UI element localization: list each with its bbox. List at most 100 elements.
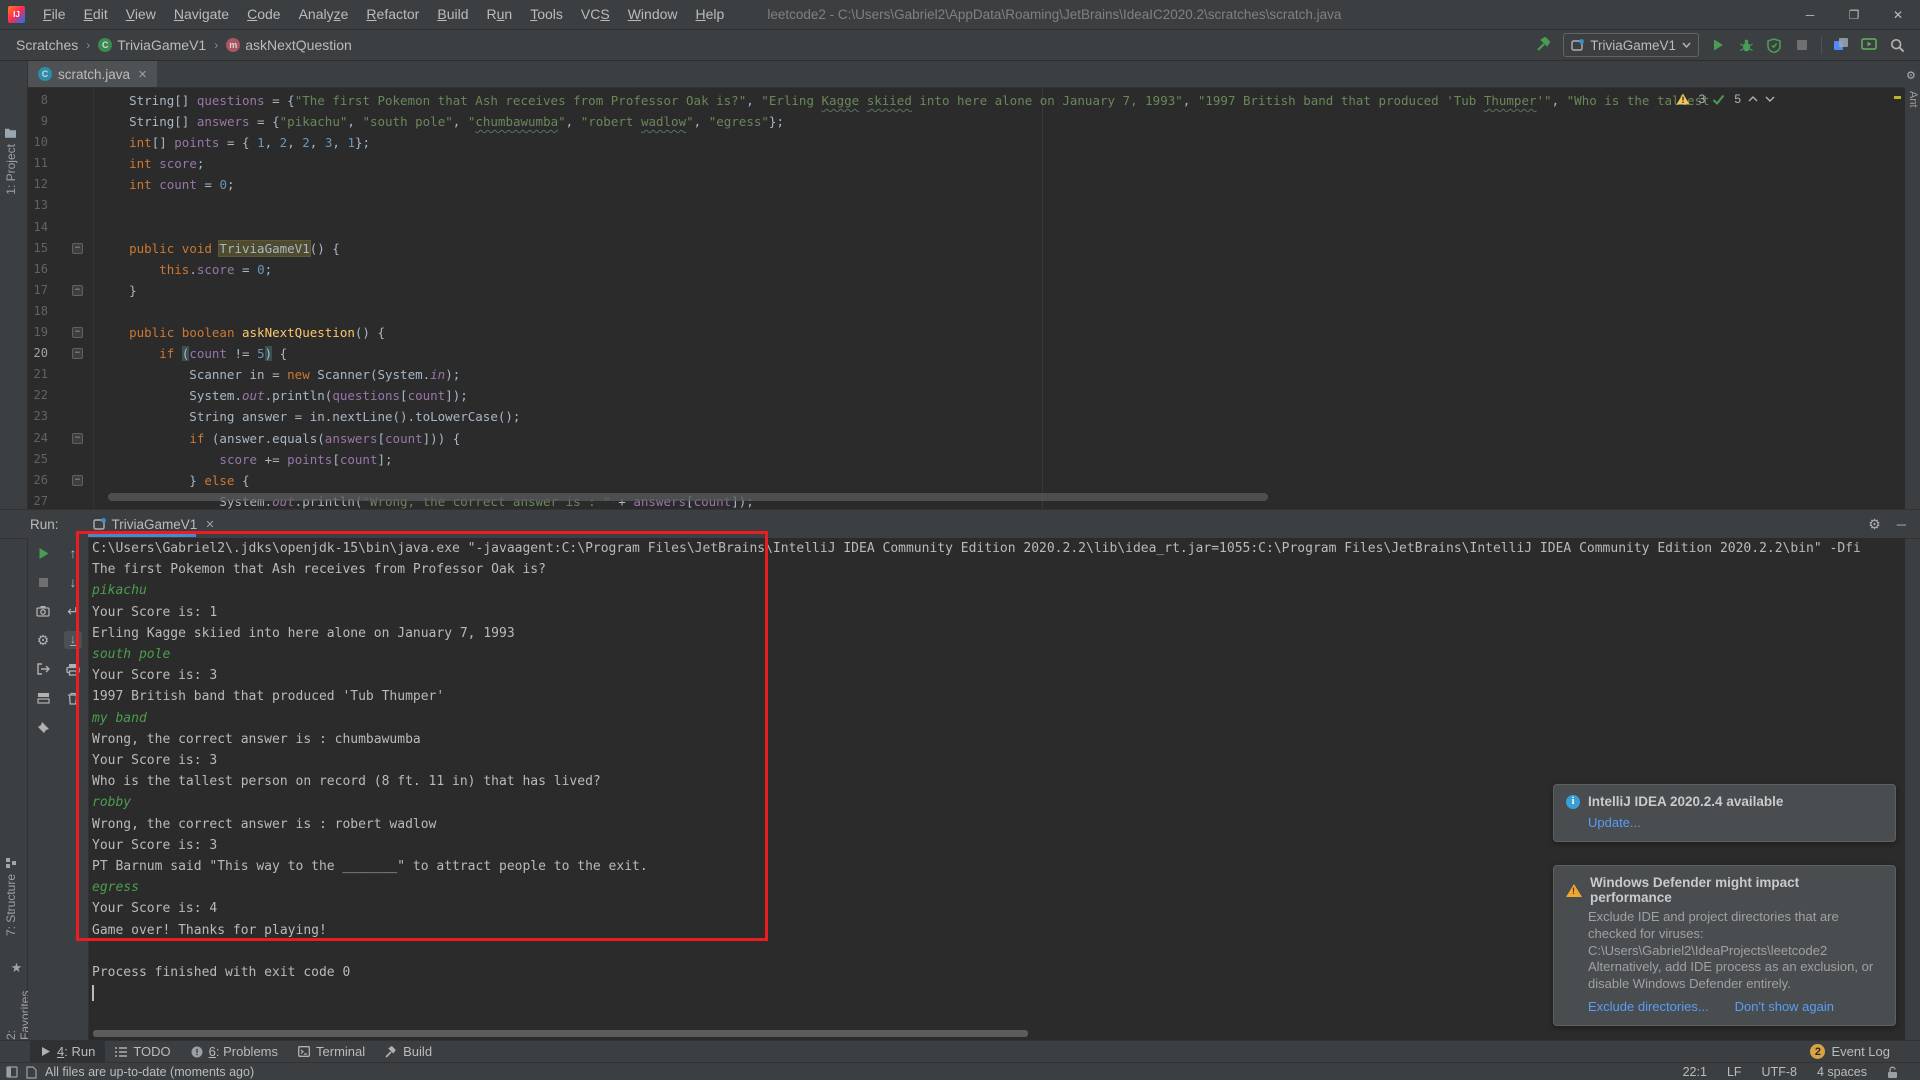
prev-issue-icon[interactable]: [1748, 96, 1758, 102]
code-token: ,: [332, 135, 347, 150]
run-panel-label: Run:: [30, 517, 59, 532]
notification-link-update-[interactable]: Update...: [1588, 815, 1641, 830]
fold-marker[interactable]: −: [72, 243, 83, 254]
console-line: The first Pokemon that Ash receives from…: [92, 559, 1861, 580]
presentation-button[interactable]: [1860, 36, 1878, 54]
console-line: 1997 British band that produced 'Tub Thu…: [92, 686, 1861, 707]
gear-icon[interactable]: ⚙: [1906, 69, 1916, 82]
project-structure-button[interactable]: [1832, 36, 1850, 54]
fold-marker[interactable]: −: [72, 285, 83, 296]
soft-wrap-icon[interactable]: ↵: [64, 602, 82, 620]
indent-setting[interactable]: 4 spaces: [1817, 1065, 1867, 1079]
tool-window-ant-button[interactable]: Ant: [1907, 91, 1919, 108]
main-toolbar: TriviaGameV1: [1535, 30, 1906, 60]
build-hammer-icon[interactable]: [1535, 36, 1553, 54]
code-token: [99, 325, 129, 340]
thread-dump-camera-icon[interactable]: [34, 602, 52, 620]
profiler-gear-icon[interactable]: ⚙: [34, 631, 52, 649]
search-everywhere-button[interactable]: [1888, 36, 1906, 54]
code-token: +=: [257, 452, 287, 467]
tool-window-button-todo[interactable]: TODO: [105, 1041, 180, 1062]
stop-button[interactable]: [1793, 36, 1811, 54]
run-config-select[interactable]: TriviaGameV1: [1563, 33, 1699, 57]
close-run-tab-icon[interactable]: ✕: [205, 518, 214, 531]
code-editor[interactable]: 8 String[] questions = {"The first Pokem…: [28, 88, 1905, 509]
maximize-button[interactable]: ❐: [1832, 0, 1876, 29]
tool-window-button-6-problems[interactable]: 6: Problems: [181, 1041, 288, 1062]
left-tool-stripe: 1: Project 7: Structure 2: Favorites ★: [0, 61, 28, 1040]
minimize-button[interactable]: ─: [1788, 0, 1832, 29]
rerun-button[interactable]: [34, 544, 52, 562]
stop-process-button[interactable]: [34, 573, 52, 591]
menu-file[interactable]: File: [34, 0, 75, 29]
menu-refactor[interactable]: Refactor: [357, 0, 428, 29]
up-stacktrace-icon[interactable]: ↑: [64, 544, 82, 562]
debug-button[interactable]: [1737, 36, 1755, 54]
run-settings-gear-icon[interactable]: ⚙: [1868, 516, 1881, 533]
close-tab-icon[interactable]: ✕: [138, 68, 147, 81]
console-horizontal-scrollbar[interactable]: [93, 1030, 1028, 1037]
scroll-to-end-icon[interactable]: ↓: [64, 631, 82, 649]
code-token: Scanner(System.: [310, 367, 430, 382]
tool-window-project-button[interactable]: 1: Project: [4, 127, 18, 195]
notification-link-exclude-directories-[interactable]: Exclude directories...: [1588, 999, 1709, 1014]
fold-marker[interactable]: −: [72, 475, 83, 486]
inspection-widget[interactable]: 3 5: [1676, 92, 1775, 106]
lock-icon[interactable]: [1887, 1066, 1898, 1079]
notification-area: iIntelliJ IDEA 2020.2.4 availableUpdate.…: [1553, 784, 1896, 1026]
code-line: 22 System.out.println(questions[count]);: [28, 385, 1905, 406]
tool-window-button-build[interactable]: Build: [375, 1041, 442, 1062]
menu-window[interactable]: Window: [619, 0, 687, 29]
line-ending[interactable]: LF: [1727, 1065, 1742, 1079]
menu-navigate[interactable]: Navigate: [165, 0, 238, 29]
code-token: wadlow: [641, 114, 686, 129]
menu-run[interactable]: Run: [478, 0, 522, 29]
editor-horizontal-scrollbar[interactable]: [108, 493, 1268, 501]
menu-build[interactable]: Build: [428, 0, 477, 29]
menu-tools[interactable]: Tools: [521, 0, 572, 29]
line-number: 14: [28, 217, 48, 238]
run-button[interactable]: [1709, 36, 1727, 54]
event-log-button[interactable]: 2 Event Log: [1810, 1044, 1890, 1059]
code-token: public boolean: [129, 325, 242, 340]
caret-position[interactable]: 22:1: [1683, 1065, 1707, 1079]
menu-view[interactable]: View: [117, 0, 165, 29]
fold-marker[interactable]: −: [72, 327, 83, 338]
line-number: 11: [28, 153, 48, 174]
code-token: []: [152, 135, 175, 150]
next-issue-icon[interactable]: [1765, 96, 1775, 102]
tool-window-switcher-icon[interactable]: [6, 1066, 18, 1078]
code-token: ,: [1552, 93, 1567, 108]
breadcrumb-item-triviagamev1[interactable]: CTriviaGameV1: [96, 37, 208, 53]
code-line: 23 String answer = in.nextLine().toLower…: [28, 406, 1905, 427]
restore-layout-icon[interactable]: [34, 689, 52, 707]
tab-scratch-java[interactable]: C scratch.java ✕: [28, 61, 157, 87]
menu-code[interactable]: Code: [238, 0, 289, 29]
tool-window-button-4-run[interactable]: 4: Run: [30, 1041, 105, 1062]
code-token: }: [99, 283, 137, 298]
clear-all-trash-icon[interactable]: [64, 689, 82, 707]
menu-vcs[interactable]: VCS: [572, 0, 619, 29]
down-stacktrace-icon[interactable]: ↓: [64, 573, 82, 591]
fold-marker[interactable]: −: [72, 348, 83, 359]
breadcrumb-item-scratches[interactable]: Scratches: [14, 37, 80, 53]
breadcrumb-item-asknextquestion[interactable]: maskNextQuestion: [224, 37, 354, 53]
coverage-button[interactable]: [1765, 36, 1783, 54]
notification-link-don-t-show-again[interactable]: Don't show again: [1735, 999, 1834, 1014]
exit-icon[interactable]: [34, 660, 52, 678]
tool-window-button-terminal[interactable]: Terminal: [288, 1041, 375, 1062]
line-number: 23: [28, 406, 48, 427]
file-encoding[interactable]: UTF-8: [1762, 1065, 1797, 1079]
menu-help[interactable]: Help: [687, 0, 734, 29]
tool-window-structure-button[interactable]: 7: Structure: [4, 857, 18, 936]
menu-analyze[interactable]: Analyze: [290, 0, 358, 29]
line-number: 18: [28, 301, 48, 322]
pin-icon[interactable]: [34, 718, 52, 736]
fold-marker[interactable]: −: [72, 433, 83, 444]
hide-panel-icon[interactable]: ─: [1897, 517, 1906, 532]
close-button[interactable]: ✕: [1876, 0, 1920, 29]
print-icon[interactable]: [64, 660, 82, 678]
code-line: 16 this.score = 0;: [28, 259, 1905, 280]
structure-label: 7: Structure: [4, 874, 18, 936]
menu-edit[interactable]: Edit: [75, 0, 117, 29]
